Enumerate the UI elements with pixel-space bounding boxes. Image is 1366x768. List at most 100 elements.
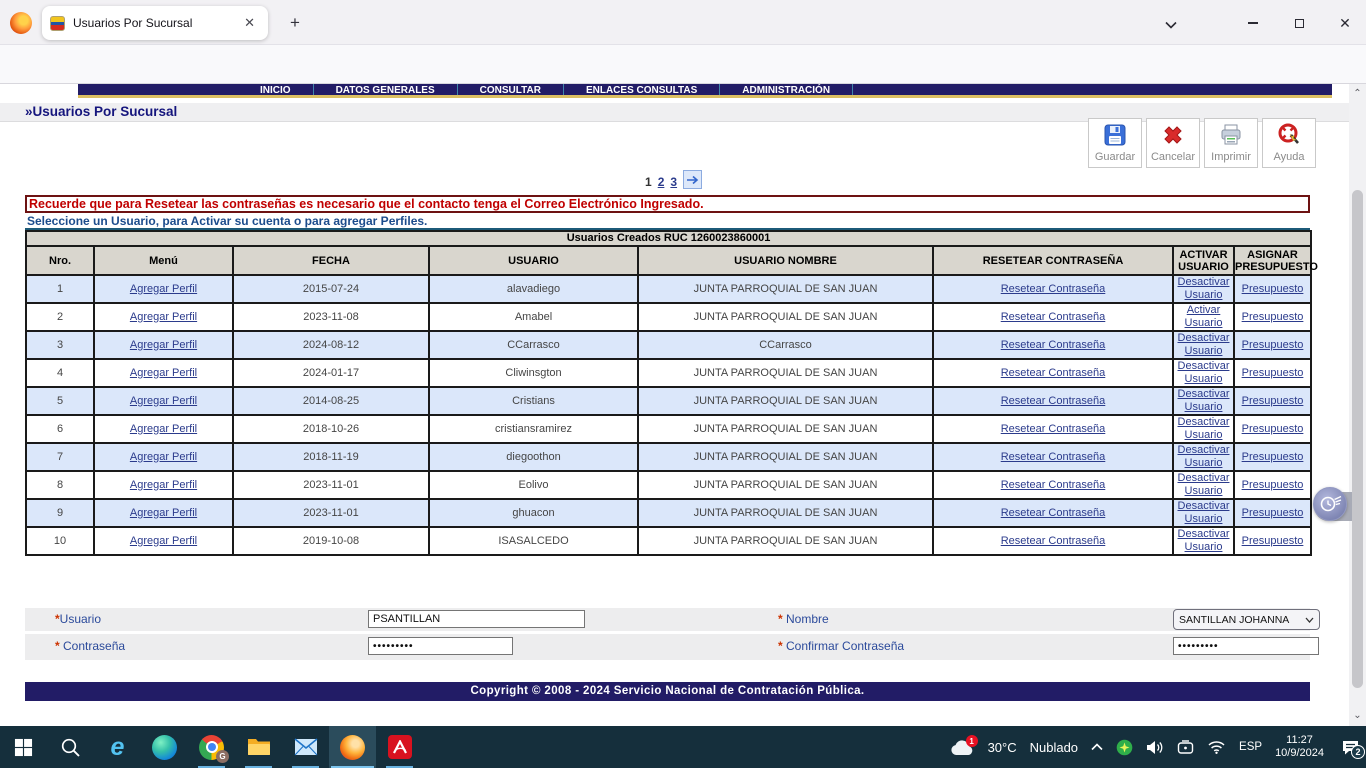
browser-scrollbar[interactable]: ⌃ ⌄ [1349, 84, 1366, 726]
nav-item-administracion[interactable]: ADMINISTRACIÓN [720, 84, 853, 95]
instruction-message: Seleccione un Usuario, para Activar su c… [25, 213, 1310, 230]
activar-usuario-link[interactable]: Desactivar Usuario [1178, 500, 1230, 525]
volume-icon[interactable] [1146, 740, 1164, 755]
next-page-button[interactable] [683, 170, 702, 189]
resetear-contrasena-link[interactable]: Resetear Contraseña [1001, 395, 1106, 407]
presupuesto-link[interactable]: Presupuesto [1242, 395, 1304, 407]
activar-usuario-link[interactable]: Desactivar Usuario [1178, 416, 1230, 441]
browser-tab[interactable]: Usuarios Por Sucursal ✕ [42, 6, 268, 40]
usuario-input[interactable] [368, 610, 585, 628]
page-current: 1 [645, 175, 652, 189]
activar-usuario-link[interactable]: Desactivar Usuario [1178, 360, 1230, 385]
cell-nro: 4 [26, 359, 94, 387]
resetear-contrasena-link[interactable]: Resetear Contraseña [1001, 367, 1106, 379]
notification-center-button[interactable]: 2 [1341, 739, 1360, 756]
header-presupuesto: ASIGNAR PRESUPUESTO [1234, 246, 1311, 275]
presupuesto-link[interactable]: Presupuesto [1242, 367, 1304, 379]
presupuesto-link[interactable]: Presupuesto [1242, 283, 1304, 295]
cell-resetear: Resetear Contraseña [933, 275, 1173, 303]
window-close-button[interactable]: ✕ [1330, 12, 1360, 34]
presupuesto-link[interactable]: Presupuesto [1242, 507, 1304, 519]
confirmar-input[interactable] [1173, 637, 1319, 655]
activar-usuario-link[interactable]: Desactivar Usuario [1178, 528, 1230, 553]
activar-usuario-link[interactable]: Desactivar Usuario [1178, 444, 1230, 469]
resetear-contrasena-link[interactable]: Resetear Contraseña [1001, 479, 1106, 491]
scroll-up-icon[interactable]: ⌃ [1349, 86, 1366, 102]
antivirus-icon[interactable] [1116, 739, 1133, 756]
activar-usuario-link[interactable]: Activar Usuario [1185, 304, 1223, 329]
page-toolbar: Guardar Cancelar Imprimir Ayuda [1088, 118, 1316, 168]
resetear-contrasena-link[interactable]: Resetear Contraseña [1001, 311, 1106, 323]
taskbar-explorer-button[interactable] [235, 726, 282, 768]
cast-icon[interactable] [1177, 740, 1194, 755]
taskbar-ie-button[interactable]: e [94, 726, 141, 768]
nav-item-inicio[interactable]: INICIO [238, 84, 314, 95]
agregar-perfil-link[interactable]: Agregar Perfil [130, 367, 197, 379]
agregar-perfil-link[interactable]: Agregar Perfil [130, 479, 197, 491]
taskbar-acrobat-button[interactable] [376, 726, 423, 768]
presupuesto-link[interactable]: Presupuesto [1242, 451, 1304, 463]
agregar-perfil-link[interactable]: Agregar Perfil [130, 395, 197, 407]
agregar-perfil-link[interactable]: Agregar Perfil [130, 423, 197, 435]
resetear-contrasena-link[interactable]: Resetear Contraseña [1001, 423, 1106, 435]
tab-close-icon[interactable]: ✕ [239, 13, 260, 33]
activar-usuario-link[interactable]: Desactivar Usuario [1178, 388, 1230, 413]
page-link-3[interactable]: 3 [670, 175, 677, 189]
floating-clock-badge[interactable] [1313, 487, 1347, 521]
resetear-contrasena-link[interactable]: Resetear Contraseña [1001, 283, 1106, 295]
resetear-contrasena-link[interactable]: Resetear Contraseña [1001, 535, 1106, 547]
list-tabs-chevron-icon[interactable] [1156, 14, 1186, 36]
new-tab-button[interactable]: + [282, 10, 308, 36]
nombre-select[interactable]: SANTILLAN JOHANNA [1173, 609, 1320, 630]
activar-usuario-link[interactable]: Desactivar Usuario [1178, 472, 1230, 497]
agregar-perfil-link[interactable]: Agregar Perfil [130, 507, 197, 519]
cancelar-button[interactable]: Cancelar [1146, 118, 1200, 168]
presupuesto-link[interactable]: Presupuesto [1242, 423, 1304, 435]
resetear-contrasena-link[interactable]: Resetear Contraseña [1001, 507, 1106, 519]
tray-chevron-up-icon[interactable] [1091, 743, 1103, 751]
agregar-perfil-link[interactable]: Agregar Perfil [130, 451, 197, 463]
page-link-2[interactable]: 2 [658, 175, 665, 189]
presupuesto-link[interactable]: Presupuesto [1242, 479, 1304, 491]
resetear-contrasena-link[interactable]: Resetear Contraseña [1001, 451, 1106, 463]
activar-usuario-link[interactable]: Desactivar Usuario [1178, 332, 1230, 357]
agregar-perfil-link[interactable]: Agregar Perfil [130, 283, 197, 295]
imprimir-button[interactable]: Imprimir [1204, 118, 1258, 168]
resetear-contrasena-link[interactable]: Resetear Contraseña [1001, 339, 1106, 351]
cell-menu: Agregar Perfil [94, 415, 233, 443]
contrasena-input[interactable] [368, 637, 513, 655]
taskbar-search-button[interactable] [47, 726, 94, 768]
cell-activar: Desactivar Usuario [1173, 387, 1234, 415]
start-button[interactable] [0, 726, 47, 768]
agregar-perfil-link[interactable]: Agregar Perfil [130, 535, 197, 547]
taskbar-chrome-button[interactable]: G [188, 726, 235, 768]
nav-item-consultar[interactable]: CONSULTAR [458, 84, 564, 95]
presupuesto-link[interactable]: Presupuesto [1242, 311, 1304, 323]
weather-button[interactable]: 1 [949, 738, 975, 756]
wifi-icon[interactable] [1207, 740, 1226, 754]
cell-presupuesto: Presupuesto [1234, 387, 1311, 415]
window-minimize-button[interactable] [1238, 12, 1268, 34]
weather-condition[interactable]: Nublado [1030, 740, 1078, 755]
taskbar-firefox-button[interactable] [329, 726, 376, 768]
scrollbar-thumb[interactable] [1352, 190, 1363, 688]
ayuda-button[interactable]: Ayuda [1262, 118, 1316, 168]
language-indicator[interactable]: ESP [1239, 741, 1262, 753]
activar-usuario-link[interactable]: Desactivar Usuario [1178, 276, 1230, 301]
guardar-button[interactable]: Guardar [1088, 118, 1142, 168]
window-maximize-button[interactable] [1284, 12, 1314, 34]
scroll-down-icon[interactable]: ⌄ [1349, 708, 1366, 724]
taskbar-mail-button[interactable] [282, 726, 329, 768]
nav-item-enlaces-consultas[interactable]: ENLACES CONSULTAS [564, 84, 720, 95]
clock[interactable]: 11:27 10/9/2024 [1275, 734, 1324, 760]
firefox-logo-icon[interactable] [10, 12, 32, 34]
nav-item-datos-generales[interactable]: DATOS GENERALES [314, 84, 458, 95]
presupuesto-link[interactable]: Presupuesto [1242, 339, 1304, 351]
agregar-perfil-link[interactable]: Agregar Perfil [130, 339, 197, 351]
page-viewport: INICIO DATOS GENERALES CONSULTAR ENLACES… [0, 84, 1366, 726]
taskbar-edge-button[interactable] [141, 726, 188, 768]
presupuesto-link[interactable]: Presupuesto [1242, 535, 1304, 547]
weather-temp[interactable]: 30°C [988, 740, 1017, 755]
cell-presupuesto: Presupuesto [1234, 527, 1311, 555]
agregar-perfil-link[interactable]: Agregar Perfil [130, 311, 197, 323]
